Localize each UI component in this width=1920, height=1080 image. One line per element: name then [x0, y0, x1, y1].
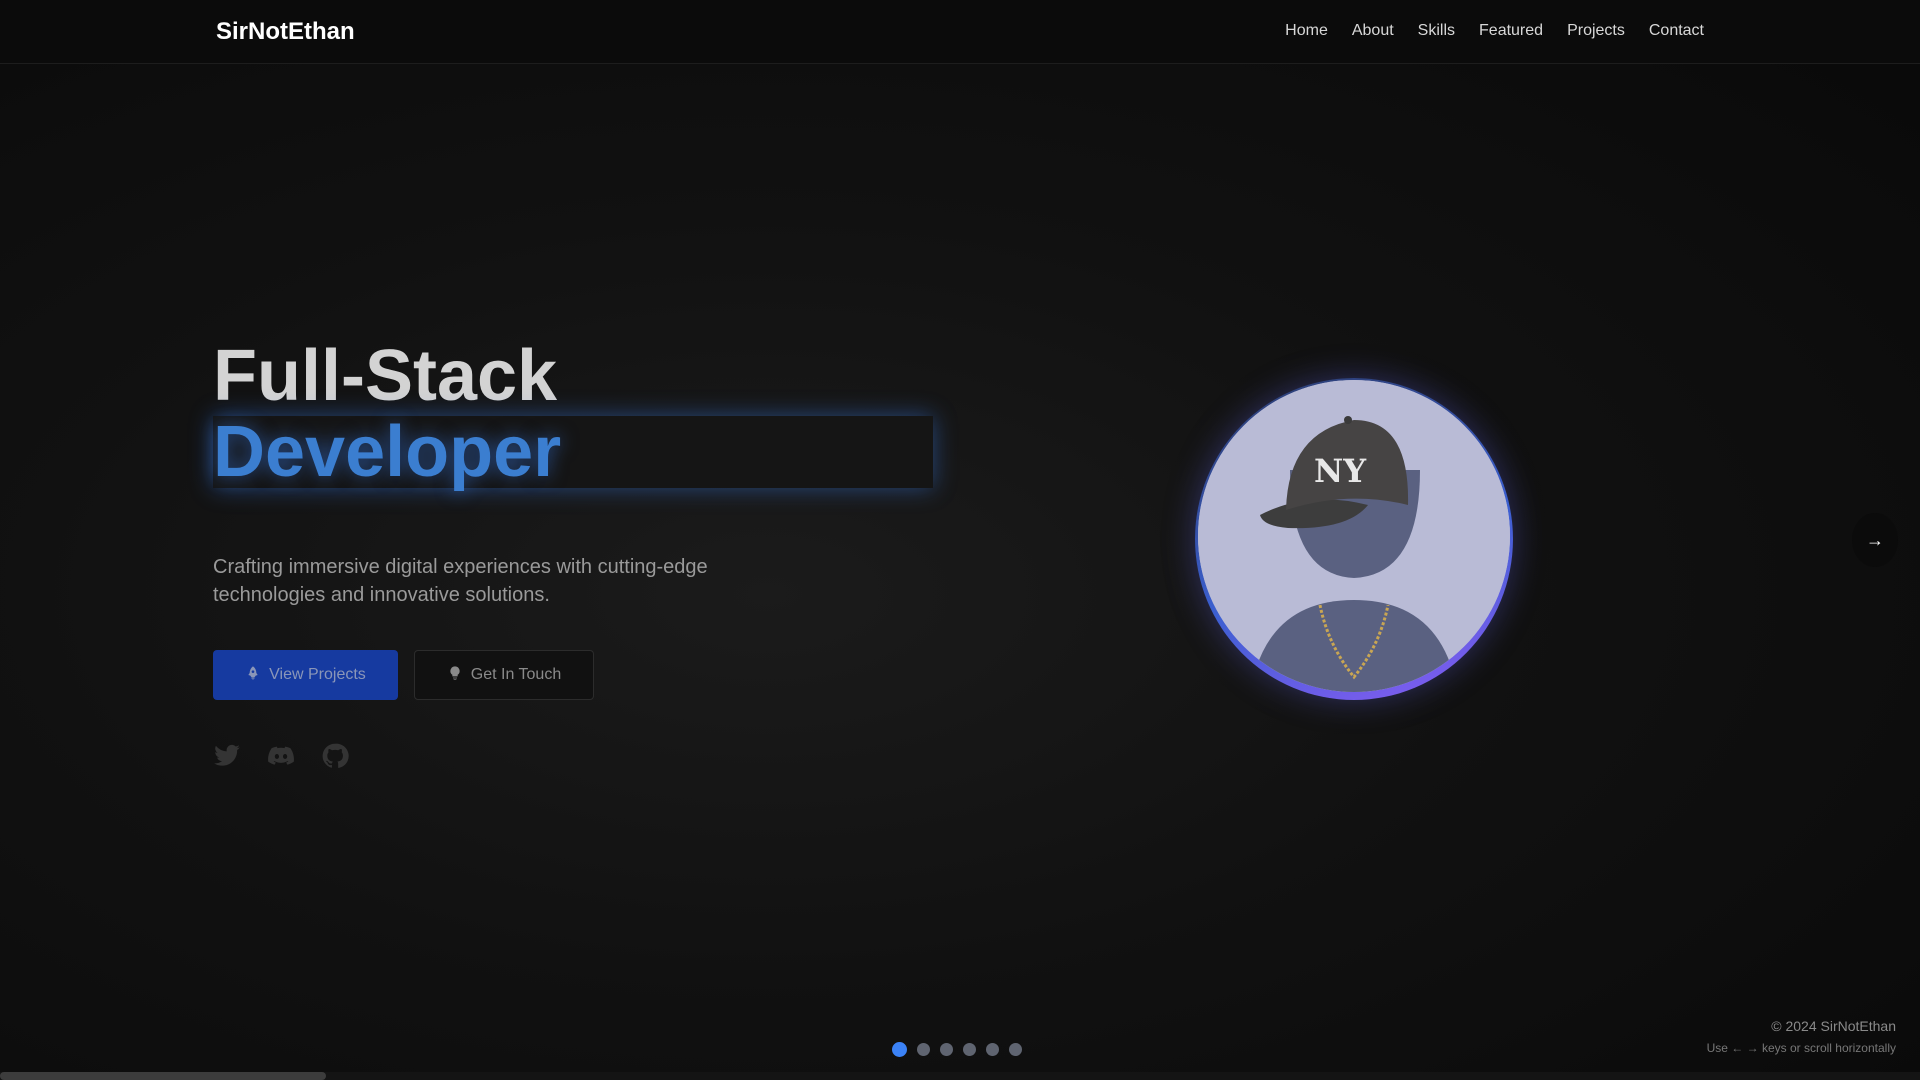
scrollbar-thumb[interactable]	[0, 1072, 327, 1080]
get-in-touch-label: Get In Touch	[470, 666, 562, 683]
footer-copyright: © 2024 SirNotEthan	[1771, 1018, 1896, 1034]
social-links	[213, 742, 349, 770]
slide-pagination	[892, 1042, 1022, 1057]
horizontal-scrollbar[interactable]	[0, 1072, 1920, 1080]
nav-link-about[interactable]: About	[1352, 22, 1394, 40]
hero-title-highlight: Developer	[213, 416, 933, 488]
brand-logo[interactable]: SirNotEthan	[216, 18, 355, 46]
page-background	[0, 0, 1920, 1080]
footer-navigation-hint: Use ← → keys or scroll horizontally	[1706, 1041, 1896, 1055]
nav-link-featured[interactable]: Featured	[1479, 22, 1543, 40]
view-projects-button[interactable]: View Projects	[213, 650, 398, 700]
hero-title-line2: Developer	[213, 412, 562, 492]
arrow-right-icon: →	[1866, 529, 1884, 550]
hero-title-line1: Full-Stack	[213, 336, 558, 416]
slide-dot-5[interactable]	[986, 1043, 999, 1056]
nav-link-skills[interactable]: Skills	[1418, 22, 1455, 40]
rocket-icon	[245, 665, 261, 686]
next-slide-button[interactable]: →	[1852, 513, 1898, 567]
nav-links: Home About Skills Featured Projects Cont…	[1285, 22, 1704, 40]
slide-dot-4[interactable]	[963, 1043, 976, 1056]
nav-link-home[interactable]: Home	[1285, 22, 1328, 40]
github-icon[interactable]	[321, 742, 349, 770]
nav-link-contact[interactable]: Contact	[1649, 22, 1704, 40]
slide-dot-2[interactable]	[917, 1043, 930, 1056]
slide-dot-1[interactable]	[892, 1042, 907, 1057]
get-in-touch-button[interactable]: Get In Touch	[414, 650, 594, 700]
slide-dot-3[interactable]	[940, 1043, 953, 1056]
hero-tagline: Crafting immersive digital experiences w…	[213, 556, 708, 606]
svg-text:NY: NY	[1314, 452, 1367, 490]
top-navbar: SirNotEthan Home About Skills Featured P…	[0, 0, 1920, 64]
discord-icon[interactable]	[267, 742, 295, 770]
twitter-icon[interactable]	[213, 742, 241, 770]
slide-dot-6[interactable]	[1009, 1043, 1022, 1056]
nav-link-projects[interactable]: Projects	[1567, 22, 1625, 40]
avatar: NY	[1198, 380, 1510, 692]
view-projects-label: View Projects	[269, 666, 366, 683]
lightbulb-icon	[447, 665, 463, 686]
